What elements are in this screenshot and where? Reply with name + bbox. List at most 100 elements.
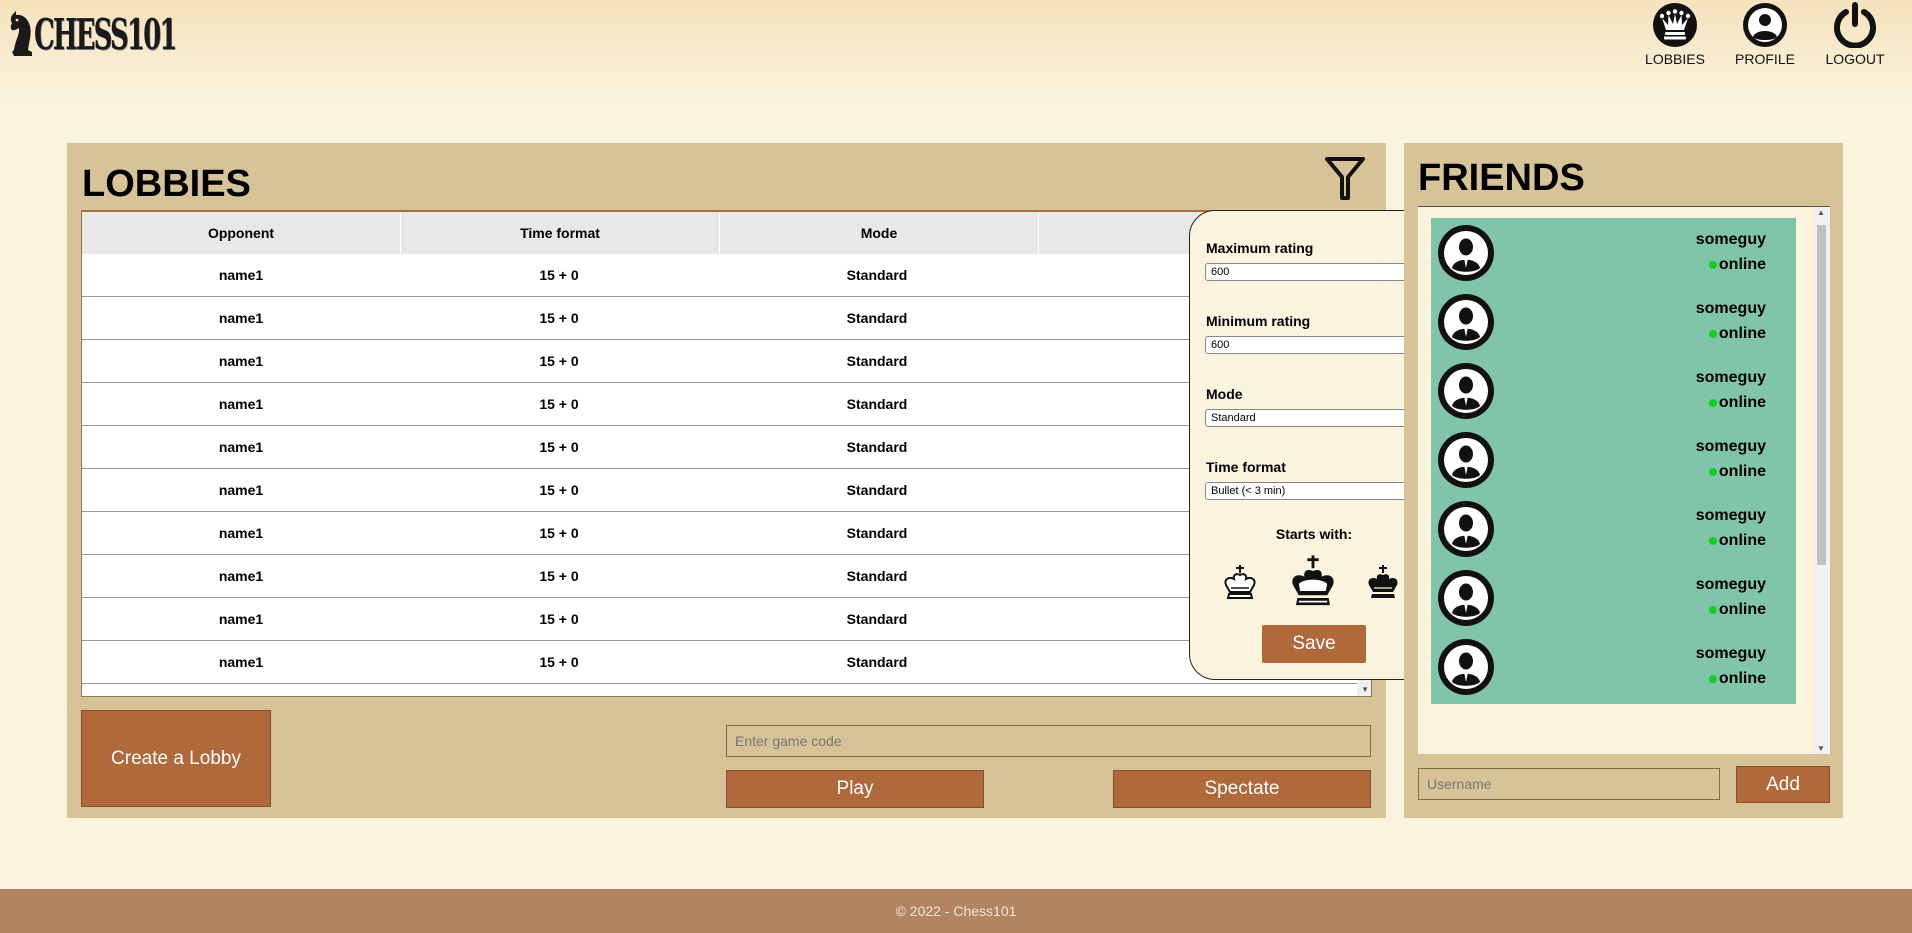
friend-name: someguy: [1695, 438, 1766, 455]
table-header: Opponent Time format Mode: [82, 212, 1371, 254]
friend-name: someguy: [1695, 507, 1766, 524]
friend-card[interactable]: someguy online: [1431, 287, 1796, 359]
friend-status-text: online: [1718, 601, 1766, 618]
save-button[interactable]: Save: [1262, 625, 1366, 663]
cell-opponent: name1: [218, 654, 264, 670]
friend-name: someguy: [1695, 300, 1766, 317]
starts-with-label: Starts with:: [1275, 526, 1353, 542]
online-dot-icon: [1708, 399, 1717, 407]
game-code-input[interactable]: Enter game code: [726, 725, 1371, 757]
friend-card[interactable]: someguy online: [1431, 494, 1796, 566]
queen-icon: [1653, 3, 1697, 47]
table-row[interactable]: name1 15 + 0 Standard: [82, 297, 1371, 340]
cell-time: 15 + 0: [539, 267, 579, 283]
lobbies-title: LOBBIES: [82, 163, 251, 205]
mode-value: Standard: [1211, 412, 1256, 424]
nav-profile[interactable]: PROFILE: [1725, 2, 1805, 67]
online-dot-icon: [1708, 675, 1717, 683]
cell-mode: Standard: [846, 439, 908, 455]
online-dot-icon: [1708, 468, 1717, 476]
friend-status-text: online: [1718, 394, 1766, 411]
online-dot-icon: [1708, 330, 1717, 338]
friend-card[interactable]: someguy online: [1431, 218, 1796, 290]
scroll-down-icon[interactable]: ▼: [1817, 744, 1825, 753]
max-rating-select[interactable]: 600 ⌄: [1205, 263, 1419, 281]
friends-scrollbar[interactable]: ▲ ▼: [1813, 207, 1830, 754]
cell-time: 15 + 0: [539, 310, 579, 326]
cell-mode: Standard: [846, 525, 908, 541]
table-row[interactable]: name1 15 + 0 Standard: [82, 340, 1371, 383]
table-row[interactable]: name1 15 + 0 Standard: [82, 512, 1371, 555]
header: CHESS101 LOBBIES PROFILE LOGOUT: [0, 0, 1912, 100]
friend-card[interactable]: someguy online: [1431, 425, 1796, 497]
friend-name: someguy: [1695, 645, 1766, 662]
friend-status-text: online: [1718, 463, 1766, 480]
username-input[interactable]: Username: [1418, 768, 1720, 800]
logo[interactable]: CHESS101: [8, 6, 263, 62]
cell-mode: Standard: [846, 654, 908, 670]
cell-time: 15 + 0: [539, 353, 579, 369]
column-header-time-format[interactable]: Time format: [401, 212, 720, 254]
avatar-icon: [1438, 432, 1494, 488]
scroll-down-icon[interactable]: ▼: [1361, 685, 1369, 694]
cell-mode: Standard: [846, 267, 908, 283]
cell-opponent: name1: [218, 396, 264, 412]
avatar-icon: [1438, 294, 1494, 350]
table-row[interactable]: name1 15 + 0 Standard: [82, 426, 1371, 469]
column-header-opponent[interactable]: Opponent: [82, 212, 401, 254]
friend-status-text: online: [1718, 256, 1766, 273]
footer-text: © 2022 - Chess101: [895, 903, 1017, 919]
spectate-button[interactable]: Spectate: [1113, 770, 1371, 808]
cell-opponent: name1: [218, 310, 264, 326]
username-placeholder: Username: [1427, 776, 1492, 792]
white-king-icon[interactable]: [1222, 563, 1258, 601]
min-rating-select[interactable]: 600 ⌄: [1205, 336, 1419, 354]
table-row[interactable]: name1 15 + 0 Standard: [82, 254, 1371, 297]
min-rating-label: Minimum rating: [1206, 313, 1311, 329]
table-row[interactable]: name1 15 + 0 Standard: [82, 469, 1371, 512]
nav-logout[interactable]: LOGOUT: [1815, 2, 1895, 67]
create-lobby-button[interactable]: Create a Lobby: [81, 710, 271, 807]
cell-time: 15 + 0: [539, 482, 579, 498]
avatar-icon: [1438, 225, 1494, 281]
add-friend-button[interactable]: Add: [1736, 766, 1830, 803]
friend-card[interactable]: someguy online: [1431, 632, 1796, 704]
time-format-select[interactable]: Bullet (< 3 min) ⌄: [1205, 482, 1419, 500]
profile-icon: [1743, 3, 1787, 47]
cell-opponent: name1: [218, 568, 264, 584]
friend-status-text: online: [1718, 670, 1766, 687]
cell-opponent: name1: [218, 439, 264, 455]
table-row[interactable]: name1 15 + 0 Standard: [82, 383, 1371, 426]
cell-opponent: name1: [218, 525, 264, 541]
friends-list: someguy online someguy online someguy online s…: [1418, 206, 1830, 754]
filter-icon[interactable]: [1324, 155, 1366, 201]
cell-time: 15 + 0: [539, 525, 579, 541]
table-body: name1 15 + 0 Standard name1 15 + 0 Standard na…: [82, 254, 1371, 684]
time-format-value: Bullet (< 3 min): [1211, 485, 1286, 497]
cell-opponent: name1: [218, 611, 264, 627]
avatar-icon: [1438, 501, 1494, 557]
friend-card[interactable]: someguy online: [1431, 356, 1796, 428]
cell-mode: Standard: [846, 482, 908, 498]
friend-status: online: [1708, 532, 1766, 550]
cell-opponent: name1: [218, 482, 264, 498]
friends-panel: FRIENDS someguy online someguy online somegu…: [1404, 143, 1843, 818]
scrollbar-thumb[interactable]: [1817, 225, 1826, 565]
friend-status-text: online: [1718, 325, 1766, 342]
mode-select[interactable]: Standard ⌄: [1205, 409, 1419, 427]
random-king-icon[interactable]: [1286, 554, 1340, 608]
black-king-icon[interactable]: [1365, 563, 1401, 601]
avatar-icon: [1438, 639, 1494, 695]
max-rating-value: 600: [1211, 266, 1230, 278]
play-button[interactable]: Play: [726, 770, 984, 808]
table-row[interactable]: name1 15 + 0 Standard: [82, 598, 1371, 641]
nav-lobbies[interactable]: LOBBIES: [1635, 2, 1715, 67]
friend-name: someguy: [1695, 576, 1766, 593]
friend-status: online: [1708, 670, 1766, 688]
table-row[interactable]: name1 15 + 0 Standard: [82, 641, 1371, 684]
column-header-mode[interactable]: Mode: [720, 212, 1039, 254]
friend-card[interactable]: someguy online: [1431, 563, 1796, 635]
scroll-up-icon[interactable]: ▲: [1817, 208, 1825, 217]
knight-icon: [10, 11, 33, 56]
table-row[interactable]: name1 15 + 0 Standard: [82, 555, 1371, 598]
